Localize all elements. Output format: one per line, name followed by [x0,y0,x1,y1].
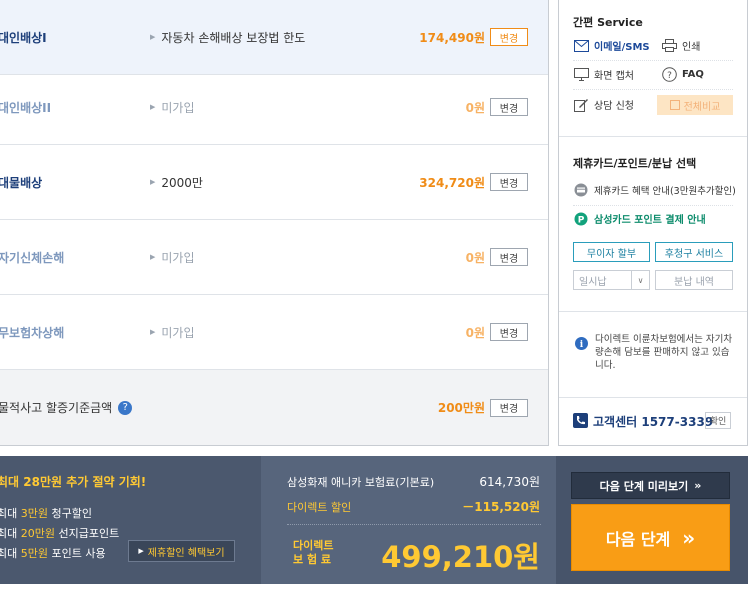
monitor-icon [573,68,589,82]
final-premium-value: 499,210원 [381,540,540,574]
direct-discount-value: －115,520원 [462,500,540,514]
card-icon [573,183,589,197]
double-chevron-right-icon: » [694,479,702,492]
side-panel: 간편 Service 이메일/SMS 인쇄 화면 캡처 ? FAQ 상담 신청 … [558,0,748,446]
promo-line: 최대 3만원 청구할인 [0,507,92,520]
section-title: 간편 Service [573,16,643,29]
printer-icon [661,39,677,53]
coverage-detail: ▶ 미가입 [150,100,195,115]
coverage-row: 대물배상 ▶ 2000만 324,720원 변경 [0,145,548,220]
bullet-icon: ▶ [150,178,156,186]
coverage-amount: 0원 [465,325,485,340]
price-panel: 삼성화재 애니카 보험료(기본료) 614,730원 다이렉트 할인 －115,… [261,456,556,584]
card-benefit-link[interactable]: 제휴카드 혜택 안내(3만원추가할인) [573,183,736,197]
installment-detail-button[interactable]: 분납 내역 [655,270,733,290]
question-circle-icon: ? [661,66,677,82]
info-icon: i [575,335,588,354]
coverage-row: 무보험차상해 ▶ 미가입 0원 변경 [0,295,548,370]
svg-text:i: i [580,340,584,350]
easy-service-section: 간편 Service 이메일/SMS 인쇄 화면 캡처 ? FAQ 상담 신청 … [559,0,747,137]
list-icon [669,100,680,110]
coverage-amount: 324,720원 [419,175,485,190]
compare-all-button[interactable]: 전체비교 [657,95,733,115]
preview-next-step-button[interactable]: 다음 단계 미리보기» [571,472,730,499]
coverage-amount: 174,490원 [419,30,485,45]
coverage-detail: ▶ 미가입 [150,325,195,340]
edit-icon [573,98,589,112]
coverage-detail: ▶ 미가입 [150,250,195,265]
coverage-row: 대인배상II ▶ 미가입 0원 변경 [0,70,548,145]
charge-service-button[interactable]: 후청구 서비스 [655,242,733,262]
card-point-section: 제휴카드/포인트/분납 선택 제휴카드 혜택 안내(3만원추가할인) P 삼성카… [559,137,747,312]
change-button[interactable]: 변경 [490,28,528,46]
next-step-button[interactable]: 다음 단계» [571,504,730,571]
notice-text: 다이렉트 이륜차보험에서는 자기차량손해 담보를 판매하지 않고 있습니다. [595,334,733,371]
coverage-amount: 200만원 [437,401,485,415]
no-interest-button[interactable]: 무이자 할부 [573,242,650,262]
coverage-row: 대인배상I ▶ 자동차 손해배상 보장법 한도 174,490원 변경 [0,0,548,75]
coverage-detail: ▶ 자동차 손해배상 보장법 한도 [150,30,306,45]
bullet-icon: ▶ [150,328,156,336]
coverage-amount: 0원 [465,250,485,265]
coverage-row: 물적사고 할증기준금액? 200만원 변경 [0,370,548,445]
divider [573,89,733,90]
coverage-name: 대인배상II [0,100,52,115]
promo-panel: 최대 28만원 추가 절약 기회! 최대 3만원 청구할인 최대 20만원 선지… [0,456,261,584]
bullet-icon: ▶ [150,253,156,261]
confirm-button[interactable]: 확인 [705,412,731,429]
divider [287,524,541,525]
partner-discount-button[interactable]: ▶ 제휴할인 혜택보기 [128,540,235,562]
coverage-table: 대인배상I ▶ 자동차 손해배상 보장법 한도 174,490원 변경 대인배상I… [0,0,549,446]
screen-capture-link[interactable]: 화면 캡처 [573,67,634,82]
print-link[interactable]: 인쇄 [661,38,700,53]
double-chevron-right-icon: » [682,525,696,550]
help-icon[interactable]: ? [118,400,133,415]
change-button[interactable]: 변경 [490,398,528,417]
notice-section: i 다이렉트 이륜차보험에서는 자기차량손해 담보를 판매하지 않고 있습니다. [559,312,747,398]
direct-discount-label: 다이렉트 할인 [287,501,352,514]
change-button[interactable]: 변경 [490,323,528,341]
svg-text:P: P [578,215,585,225]
change-button[interactable]: 변경 [490,98,528,116]
coverage-name: 대인배상I [0,30,47,45]
promo-line: 최대 20만원 선지급포인트 [0,527,120,540]
coverage-name: 무보험차상해 [0,325,65,340]
phone-icon [573,413,588,432]
coverage-row: 자기신체손해 ▶ 미가입 0원 변경 [0,220,548,295]
coverage-amount: 0원 [465,100,485,115]
base-premium-label: 삼성화재 애니카 보험료(기본료) [287,476,435,489]
arrow-right-icon: ▶ [138,547,144,555]
divider [573,205,733,206]
bottom-bar: 최대 28만원 추가 절약 기회! 최대 3만원 청구할인 최대 20만원 선지… [0,456,748,584]
base-premium-value: 614,730원 [479,475,540,489]
samsung-point-link[interactable]: P 삼성카드 포인트 결제 안내 [573,211,706,226]
faq-link[interactable]: ? FAQ [661,66,704,82]
svg-text:?: ? [667,71,672,81]
consult-request-link[interactable]: 상담 신청 [573,97,634,112]
change-button[interactable]: 변경 [490,173,528,191]
coverage-name: 자기신체손해 [0,250,65,265]
email-sms-link[interactable]: 이메일/SMS [573,38,650,53]
change-button[interactable]: 변경 [490,248,528,266]
promo-title: 최대 28만원 추가 절약 기회! [0,475,147,489]
coverage-detail: ▶ 2000만 [150,175,203,190]
promo-line: 최대 5만원 포인트 사용 [0,547,106,560]
call-center-section: 고객센터 1577-3339 확인 [559,398,747,446]
final-premium-label: 다이렉트 보 험 료 [293,539,334,566]
coverage-name: 물적사고 할증기준금액? [0,370,133,445]
mail-icon [573,39,589,53]
call-center-text: 고객센터 1577-3339 [593,415,714,429]
payment-select[interactable]: 일시납 ∨ [573,270,650,290]
chevron-down-icon: ∨ [631,271,649,289]
point-icon: P [573,212,589,226]
section-title: 제휴카드/포인트/분납 선택 [573,157,697,170]
bullet-icon: ▶ [150,33,156,41]
bullet-icon: ▶ [150,103,156,111]
divider [573,60,733,61]
coverage-name: 대물배상 [0,175,43,190]
